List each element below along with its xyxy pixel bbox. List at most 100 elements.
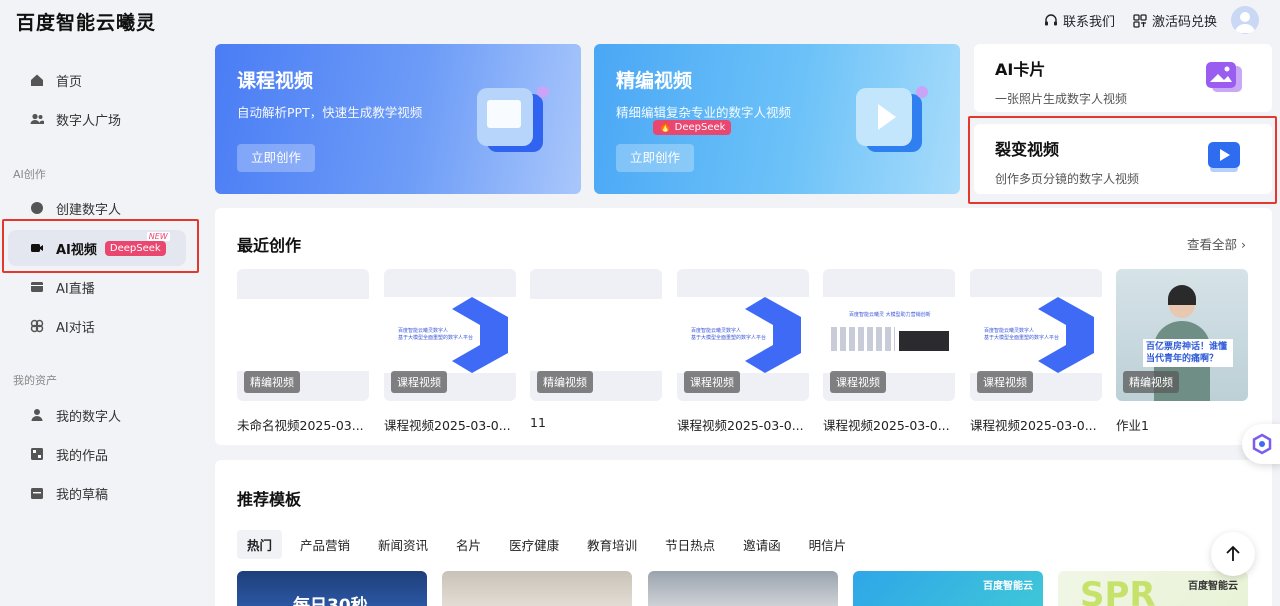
recent-item-name[interactable]: 课程视频2025-03-0... (677, 415, 809, 434)
recent-item-thumbnail[interactable]: 精编视频 (237, 269, 369, 401)
view-all-link[interactable]: 查看全部 › (1187, 234, 1246, 253)
recent-item-thumbnail[interactable]: 百亿票房神话！谁懂 当代青年的痛啊？ 精编视频 (1116, 269, 1248, 401)
back-to-top-button[interactable] (1211, 532, 1255, 576)
recent-item-name[interactable]: 未命名视频2025-03... (237, 415, 369, 434)
sidebar: 首页 数字人广场 AI创作 创建数字人 AI视频 DeepSeek NEW AI直… (0, 40, 200, 606)
draft-icon (31, 488, 43, 499)
type-tag: 课程视频 (391, 371, 447, 393)
ai-card-card[interactable]: AI卡片 一张照片生成数字人视频 (974, 44, 1272, 112)
sidebar-item-label: 我的作品 (56, 448, 109, 464)
fire-icon: 🔥 (659, 122, 672, 133)
template-brand: 百度智能云 (1188, 581, 1238, 592)
image-card-icon (1206, 62, 1242, 92)
template-card[interactable] (648, 571, 838, 606)
avatar-icon (1235, 12, 1255, 33)
tab-business-card[interactable]: 名片 (446, 530, 491, 559)
sidebar-item-my-digital-human[interactable]: 我的数字人 (8, 397, 186, 433)
user-icon (31, 409, 43, 421)
assistant-icon (1252, 433, 1272, 455)
tab-holiday[interactable]: 节日热点 (655, 530, 725, 559)
course-video-card[interactable]: 课程视频 自动解析PPT，快速生成教学视频 立即创作 (215, 44, 581, 194)
sidebar-item-label: AI直播 (56, 281, 95, 297)
type-tag: 精编视频 (1123, 371, 1179, 393)
live-icon (31, 282, 43, 292)
tab-postcard[interactable]: 明信片 (799, 530, 857, 559)
home-icon (31, 74, 43, 86)
deepseek-badge: DeepSeek NEW (104, 231, 170, 256)
sidebar-item-label: 首页 (56, 74, 83, 90)
sidebar-item-ai-chat[interactable]: AI对话 (8, 308, 186, 344)
sidebar-item-my-works[interactable]: 我的作品 (8, 436, 186, 472)
tab-education[interactable]: 教育培训 (577, 530, 647, 559)
tab-news[interactable]: 新闻资讯 (368, 530, 438, 559)
sidebar-item-label: 我的数字人 (56, 409, 122, 425)
recent-item-name[interactable]: 11 (530, 415, 662, 430)
type-tag: 精编视频 (537, 371, 593, 393)
recent-item-thumbnail[interactable]: 精编视频 (530, 269, 662, 401)
edit-video-card[interactable]: 精编视频 精细编辑复杂专业的数字人视频 🔥 DeepSeek 立即创作 (594, 44, 960, 194)
play-illustration-icon (856, 86, 928, 152)
tab-invitation[interactable]: 邀请函 (733, 530, 791, 559)
arrow-up-icon (1226, 545, 1240, 561)
type-tag: 课程视频 (977, 371, 1033, 393)
sidebar-item-ai-live[interactable]: AI直播 (8, 269, 186, 305)
assistant-float-button[interactable] (1242, 424, 1280, 464)
sidebar-item-my-drafts[interactable]: 我的草稿 (8, 475, 186, 511)
thumbnail-caption: 百亿票房神话！谁懂 当代青年的痛啊？ (1143, 339, 1233, 367)
template-text: SPR (1080, 575, 1156, 606)
tab-medical[interactable]: 医疗健康 (499, 530, 569, 559)
grid-icon (1133, 13, 1147, 28)
thumbnail-caption: 百度智能云曦灵数字人 基于大模型全面重塑的数字人平台 (398, 328, 474, 341)
tab-hot[interactable]: 热门 (237, 530, 283, 559)
type-tag: 课程视频 (830, 371, 886, 393)
template-card[interactable]: 百度智能云 (853, 571, 1043, 606)
app-logo[interactable]: 百度智能云曦灵 (16, 8, 156, 35)
type-tag: 课程视频 (684, 371, 740, 393)
view-all-label: 查看全部 (1187, 237, 1238, 252)
recent-creations-panel: 最近创作 查看全部 › 精编视频 未命名视频2025-03... 百度智能云曦灵… (215, 208, 1272, 445)
fission-video-card[interactable]: 裂变视频 创作多页分镜的数字人视频 (974, 124, 1272, 194)
sidebar-item-digital-human-square[interactable]: 数字人广场 (8, 101, 186, 137)
sidebar-item-label: AI对话 (56, 320, 95, 336)
circle-icon (31, 202, 43, 214)
redeem-code-label: 激活码兑换 (1152, 15, 1218, 30)
video-icon (31, 244, 43, 252)
redeem-code-link[interactable]: 激活码兑换 (1133, 11, 1217, 30)
template-card[interactable] (442, 571, 632, 606)
new-badge: NEW (146, 231, 170, 241)
chat-icon (30, 319, 44, 333)
type-tag: 精编视频 (244, 371, 300, 393)
create-now-button[interactable]: 立即创作 (237, 144, 316, 172)
recent-item-name[interactable]: 作业1 (1116, 415, 1248, 434)
sidebar-item-create-digital-human[interactable]: 创建数字人 (8, 190, 186, 226)
tab-product-marketing[interactable]: 产品营销 (290, 530, 360, 559)
sidebar-item-home[interactable]: 首页 (8, 62, 186, 98)
contact-us-link[interactable]: 联系我们 (1044, 11, 1115, 30)
recent-item-name[interactable]: 课程视频2025-03-0... (970, 415, 1102, 434)
create-now-button[interactable]: 立即创作 (616, 144, 695, 172)
recent-item-thumbnail[interactable]: 百度智能云曦灵 大模型助力营销创新 课程视频 (823, 269, 955, 401)
user-avatar[interactable] (1231, 6, 1259, 34)
works-icon (31, 448, 43, 460)
thumbnail-caption: 百度智能云曦灵数字人 基于大模型全面重塑的数字人平台 (691, 328, 767, 341)
sidebar-item-label: 数字人广场 (56, 113, 122, 129)
recommended-templates-panel: 推荐模板 热门 产品营销 新闻资讯 名片 医疗健康 教育培训 节日热点 邀请函 … (215, 460, 1272, 606)
recent-item-thumbnail[interactable]: 百度智能云曦灵数字人 基于大模型全面重塑的数字人平台 课程视频 (384, 269, 516, 401)
template-card[interactable]: SPR 百度智能云 (1058, 571, 1248, 606)
sidebar-group-ai: AI创作 (13, 168, 46, 181)
sidebar-item-label: AI视频 (56, 242, 97, 258)
template-card[interactable]: 每日30秒 (237, 571, 427, 606)
template-tabs: 热门 产品营销 新闻资讯 名片 医疗健康 教育培训 节日热点 邀请函 明信片 (237, 530, 856, 559)
recent-item-thumbnail[interactable]: 百度智能云曦灵数字人 基于大模型全面重塑的数字人平台 课程视频 (677, 269, 809, 401)
recent-item-thumbnail[interactable]: 百度智能云曦灵数字人 基于大模型全面重塑的数字人平台 课程视频 (970, 269, 1102, 401)
recent-item-name[interactable]: 课程视频2025-03-0... (384, 415, 516, 434)
people-row-image (831, 327, 895, 351)
template-text: 每日30秒 (293, 596, 368, 606)
play-video-icon (1208, 142, 1240, 172)
sidebar-group-assets: 我的资产 (13, 374, 57, 387)
recent-item-name[interactable]: 课程视频2025-03-0... (823, 415, 955, 434)
sidebar-item-ai-video[interactable]: AI视频 DeepSeek NEW (8, 230, 186, 266)
thumbnail-caption: 百度智能云曦灵数字人 基于大模型全面重塑的数字人平台 (984, 328, 1060, 341)
deepseek-badge-label: DeepSeek (109, 242, 161, 254)
template-brand: 百度智能云 (983, 581, 1033, 592)
